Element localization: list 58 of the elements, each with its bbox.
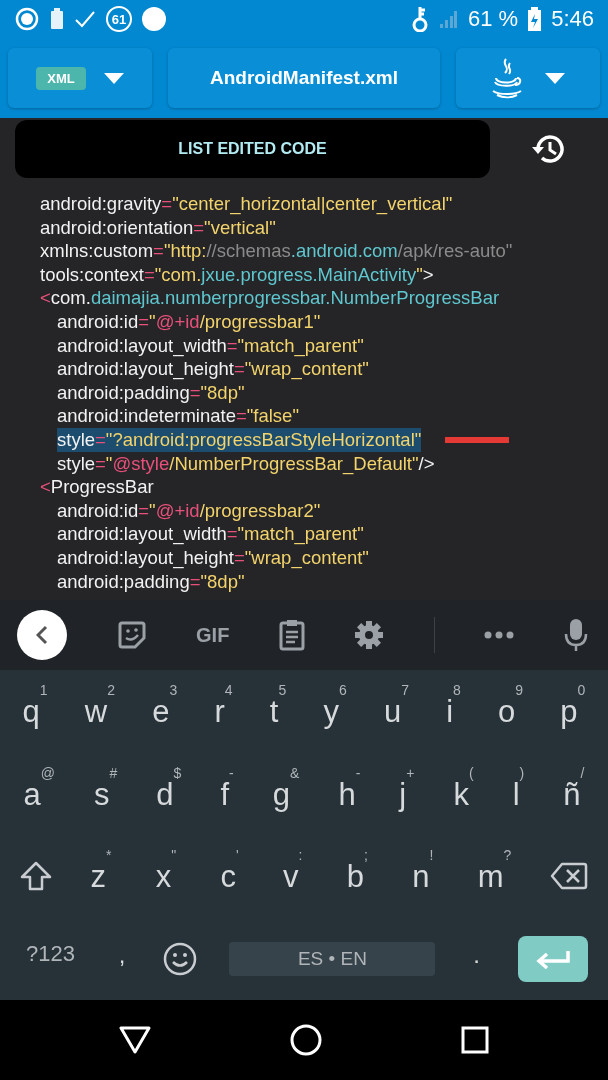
code-line: <ProgressBar: [40, 475, 154, 499]
collapse-button[interactable]: [17, 610, 67, 660]
sticker-icon[interactable]: [116, 620, 147, 650]
key-icon: [412, 6, 428, 32]
circle-icon: [142, 7, 166, 31]
enter-key[interactable]: [517, 935, 588, 982]
more-icon[interactable]: [484, 631, 515, 639]
dropdown-caret-icon: [103, 72, 124, 84]
emoji-key[interactable]: [163, 941, 198, 976]
annotation-stroke: [445, 435, 510, 444]
notification-count: 61: [106, 6, 132, 32]
settings-icon[interactable]: [354, 620, 385, 650]
coffee-cup-icon: [491, 57, 523, 99]
code-line: tools:context="com.jxue.progress.MainActivity">: [40, 262, 434, 287]
code-line: android:orientation="vertical": [40, 215, 276, 240]
check-icon: [74, 10, 96, 28]
code-line: android:id="@+id/progressbar2": [57, 498, 321, 523]
code-line: style="@style/NumberProgressBar_Default"/>: [57, 451, 435, 476]
language-menu-button[interactable]: [456, 48, 600, 108]
history-icon[interactable]: [530, 132, 566, 166]
battery-charging-icon: [528, 7, 542, 31]
home-icon[interactable]: [290, 1024, 322, 1056]
language-badge: XML: [36, 66, 86, 90]
code-line: xmlns:custom="http://schemas.android.com/apk/res-auto": [40, 239, 513, 263]
code-line: android:layout_height="wrap_content": [57, 357, 369, 381]
back-icon[interactable]: [119, 1026, 152, 1054]
dropdown-caret-icon: [545, 72, 565, 84]
code-line: android:padding="8dp": [57, 380, 245, 405]
microphone-icon[interactable]: [563, 618, 588, 652]
smiley-icon: [163, 941, 198, 976]
clock: 5:46: [551, 6, 594, 32]
code-line: android:layout_width="match_parent": [57, 333, 364, 358]
recents-icon[interactable]: [460, 1026, 489, 1054]
clipboard-icon[interactable]: [278, 619, 305, 651]
sync-icon: [14, 6, 40, 32]
comma-key[interactable]: ,: [112, 937, 132, 981]
code-line: android:gravity="center_horizontal|center_vertical": [40, 192, 453, 216]
symbols-key[interactable]: ?123: [19, 938, 81, 980]
code-line: android:indeterminate="false": [57, 404, 299, 428]
backspace-icon: [549, 862, 588, 891]
space-bar[interactable]: ES • EN: [229, 941, 436, 976]
battery-alert-icon: [50, 8, 64, 30]
battery-percentage: 61 %: [468, 6, 519, 32]
code-line: android:layout_height="wrap_content": [57, 545, 369, 570]
shift-key[interactable]: [20, 861, 53, 892]
signal-icon: [438, 8, 458, 30]
backspace-key[interactable]: [549, 862, 588, 891]
file-name-button[interactable]: AndroidManifest.xml: [168, 48, 440, 108]
code-line: <com.daimajia.numberprogressbar.NumberProgressBar: [40, 286, 500, 310]
enter-arrow-icon: [534, 948, 571, 969]
code-line: android:id="@+id/progressbar1": [57, 309, 321, 334]
list-edited-code-button[interactable]: LIST EDITED CODE: [15, 120, 490, 178]
chevron-left-icon: [36, 625, 48, 645]
period-key[interactable]: .: [467, 937, 486, 981]
shift-arrow-icon: [20, 861, 53, 892]
code-line: android:padding="8dp": [57, 569, 245, 594]
code-line: android:layout_width="match_parent": [57, 522, 364, 546]
gif-button[interactable]: GIF: [196, 623, 230, 647]
